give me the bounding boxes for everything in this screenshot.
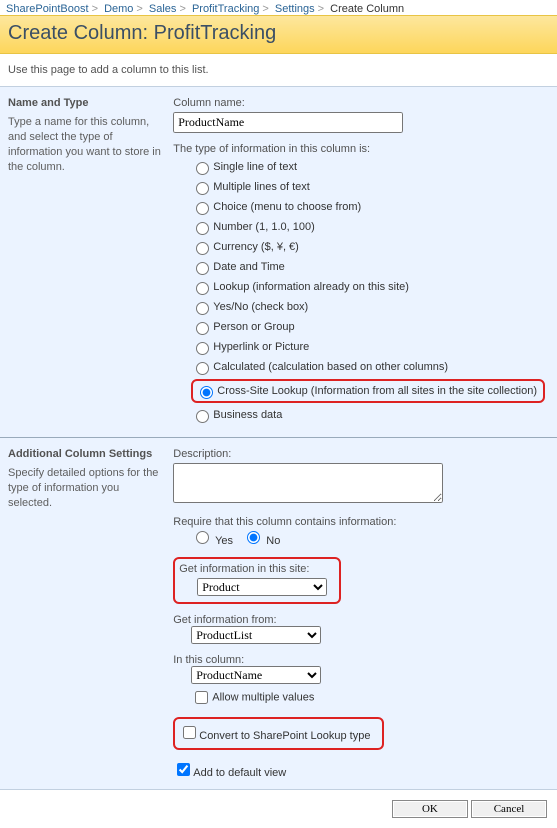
- radio-hyperlink[interactable]: [196, 342, 209, 355]
- column-name-input[interactable]: [173, 112, 403, 133]
- breadcrumb-link[interactable]: SharePointBoost: [6, 3, 89, 15]
- convert-label: Convert to SharePoint Lookup type: [199, 730, 370, 742]
- radio-choice[interactable]: [196, 202, 209, 215]
- button-row: OK Cancel: [0, 789, 557, 828]
- form-area: Name and Type Type a name for this colum…: [0, 86, 557, 789]
- convert-checkbox[interactable]: [183, 726, 196, 739]
- section-sub-name-type: Type a name for this column, and select …: [8, 115, 161, 174]
- description-label: Description:: [173, 448, 545, 460]
- get-site-select[interactable]: Product: [197, 578, 327, 596]
- radio-require-no[interactable]: [247, 531, 260, 544]
- section-heading-additional: Additional Column Settings: [8, 448, 161, 460]
- radio-single-line[interactable]: [196, 162, 209, 175]
- radio-multi-line[interactable]: [196, 182, 209, 195]
- radio-number[interactable]: [196, 222, 209, 235]
- convert-highlight: Convert to SharePoint Lookup type: [173, 717, 384, 750]
- radio-person-group[interactable]: [196, 322, 209, 335]
- add-default-label: Add to default view: [193, 767, 286, 779]
- breadcrumb: SharePointBoost> Demo> Sales> ProfitTrac…: [0, 0, 557, 15]
- breadcrumb-link[interactable]: Settings: [275, 3, 315, 15]
- section-sub-additional: Specify detailed options for the type of…: [8, 466, 161, 511]
- ok-button[interactable]: OK: [392, 800, 468, 818]
- breadcrumb-link[interactable]: Demo: [104, 3, 133, 15]
- column-type-radio-list: Single line of text Multiple lines of te…: [191, 159, 545, 423]
- radio-lookup[interactable]: [196, 282, 209, 295]
- description-textarea[interactable]: [173, 463, 443, 503]
- allow-multi-checkbox[interactable]: [195, 691, 208, 704]
- cancel-button[interactable]: Cancel: [471, 800, 547, 818]
- get-site-highlight: Get information in this site: Product: [173, 557, 341, 604]
- in-column-select[interactable]: ProductName: [191, 666, 321, 684]
- type-info-label: The type of information in this column i…: [173, 143, 545, 155]
- page-title: Create Column: ProfitTracking: [0, 15, 557, 54]
- radio-calculated[interactable]: [196, 362, 209, 375]
- breadcrumb-link[interactable]: Sales: [149, 3, 177, 15]
- page-description: Use this page to add a column to this li…: [0, 54, 557, 86]
- allow-multi-label: Allow multiple values: [212, 691, 314, 703]
- section-heading-name-type: Name and Type: [8, 97, 161, 109]
- in-column-label: In this column:: [173, 654, 545, 666]
- add-default-checkbox[interactable]: [177, 763, 190, 776]
- get-from-select[interactable]: ProductList: [191, 626, 321, 644]
- radio-business-data[interactable]: [196, 410, 209, 423]
- get-from-label: Get information from:: [173, 614, 545, 626]
- column-name-label: Column name:: [173, 97, 545, 109]
- radio-cross-site-lookup[interactable]: [200, 386, 213, 399]
- breadcrumb-link[interactable]: ProfitTracking: [192, 3, 259, 15]
- get-site-label: Get information in this site:: [179, 563, 327, 575]
- radio-require-yes[interactable]: [196, 531, 209, 544]
- radio-currency[interactable]: [196, 242, 209, 255]
- radio-date-time[interactable]: [196, 262, 209, 275]
- require-label: Require that this column contains inform…: [173, 516, 545, 528]
- breadcrumb-current: Create Column: [330, 3, 404, 15]
- radio-yesno[interactable]: [196, 302, 209, 315]
